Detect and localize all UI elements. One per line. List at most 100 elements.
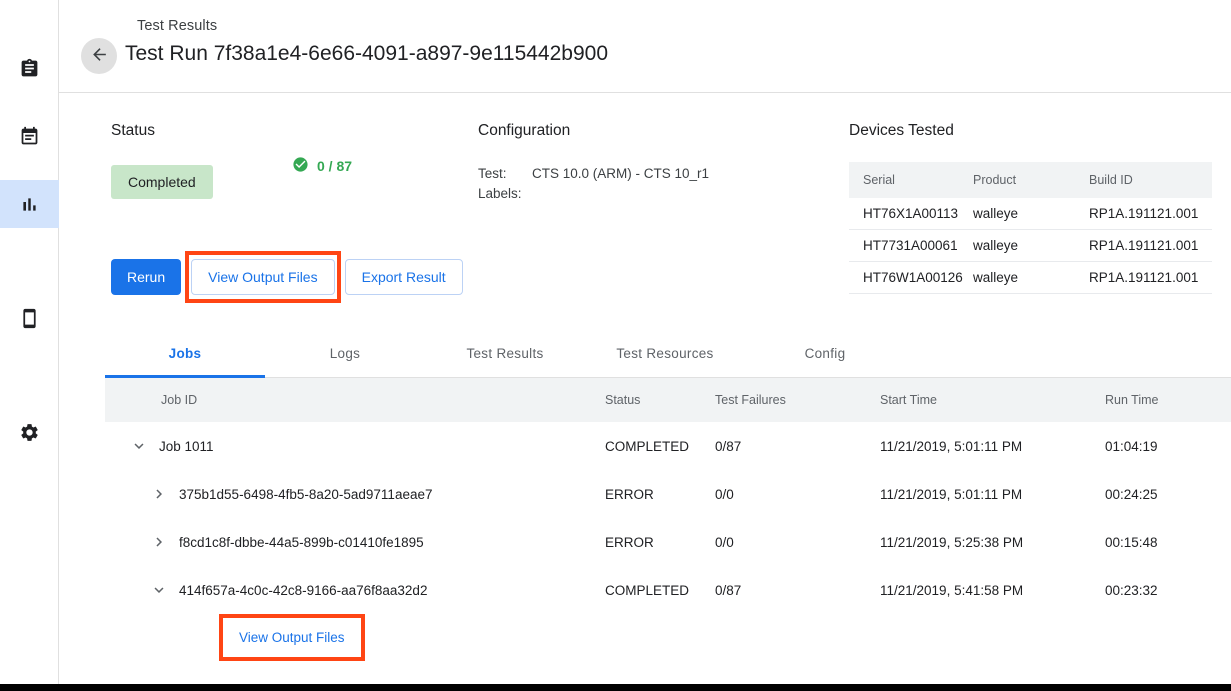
device-product: walleye	[973, 262, 1089, 294]
view-output-files-button[interactable]: View Output Files	[191, 259, 334, 295]
job-id-cell: 375b1d55-6498-4fb5-8a20-5ad9711aeae7	[105, 485, 605, 503]
table-row[interactable]: Job 1011COMPLETED0/8711/21/2019, 5:01:11…	[105, 422, 1231, 470]
column-header-status: Status	[605, 393, 715, 407]
job-id-label: 414f657a-4c0c-42c8-9166-aa76f8aa32d2	[179, 583, 427, 598]
jobs-table-body: Job 1011COMPLETED0/8711/21/2019, 5:01:11…	[105, 422, 1231, 614]
configuration-rows: Test:CTS 10.0 (ARM) - CTS 10_r1Labels:	[478, 164, 709, 204]
job-start-time-cell: 11/21/2019, 5:41:58 PM	[880, 583, 1105, 598]
job-id-cell: Job 1011	[105, 437, 605, 455]
job-view-output-files-link[interactable]: View Output Files	[225, 622, 359, 653]
back-button[interactable]	[81, 38, 117, 74]
clipboard-icon	[19, 58, 40, 79]
devices-table-row: HT7731A00061walleyeRP1A.191121.001	[849, 230, 1212, 262]
job-id-label: f8cd1c8f-dbbe-44a5-899b-c01410fe1895	[179, 535, 424, 550]
job-failures-cell: 0/0	[715, 487, 880, 502]
device-build-id: RP1A.191121.001	[1089, 198, 1212, 230]
job-run-time-cell: 00:23:32	[1105, 583, 1225, 598]
devices-table-row: HT76W1A00126walleyeRP1A.191121.001	[849, 262, 1212, 294]
smartphone-icon	[19, 308, 40, 329]
chevron-down-icon[interactable]	[119, 437, 159, 455]
action-button-row: Rerun View Output Files Export Result	[111, 259, 463, 295]
job-start-time-cell: 11/21/2019, 5:25:38 PM	[880, 535, 1105, 550]
arrow-back-icon	[90, 45, 109, 67]
config-value: CTS 10.0 (ARM) - CTS 10_r1	[532, 164, 709, 184]
sidebar-item-test-results[interactable]	[0, 180, 59, 228]
sidebar-item-test-runs[interactable]	[0, 112, 59, 160]
left-nav-rail	[0, 0, 59, 684]
calendar-icon	[19, 126, 40, 147]
devices-section: Devices Tested SerialProductBuild ID HT7…	[849, 122, 1231, 294]
job-failures-cell: 0/0	[715, 535, 880, 550]
jobs-table: Job ID Status Test Failures Start Time R…	[105, 378, 1231, 614]
tab-logs[interactable]: Logs	[265, 330, 425, 377]
devices-table-row: HT76X1A00113walleyeRP1A.191121.001	[849, 198, 1212, 230]
devices-heading: Devices Tested	[849, 122, 1231, 140]
config-key: Labels:	[478, 184, 532, 204]
page-header: Test Results Test Run 7f38a1e4-6e66-4091…	[59, 0, 1231, 93]
column-header-run-time: Run Time	[1105, 393, 1225, 407]
tab-bar: JobsLogsTest ResultsTest ResourcesConfig	[105, 330, 1231, 378]
table-row[interactable]: 414f657a-4c0c-42c8-9166-aa76f8aa32d2 COMP…	[105, 566, 1231, 614]
configuration-section: Configuration Test:CTS 10.0 (ARM) - CTS …	[478, 122, 709, 204]
column-header-start-time: Start Time	[880, 393, 1105, 407]
job-id-cell: 414f657a-4c0c-42c8-9166-aa76f8aa32d2	[105, 581, 605, 599]
devices-column-header: Product	[973, 162, 1089, 198]
sidebar-item-test-plans[interactable]	[0, 44, 59, 92]
sidebar-item-devices[interactable]	[0, 294, 59, 342]
job-run-time-cell: 01:04:19	[1105, 439, 1225, 454]
bottom-bar	[0, 684, 1231, 691]
chevron-down-icon[interactable]	[139, 581, 179, 599]
job-start-time-cell: 11/21/2019, 5:01:11 PM	[880, 439, 1105, 454]
rerun-button[interactable]: Rerun	[111, 259, 181, 295]
job-output-files-highlight: View Output Files	[225, 622, 359, 653]
device-build-id: RP1A.191121.001	[1089, 262, 1212, 294]
job-failures-cell: 0/87	[715, 439, 880, 454]
sidebar-item-settings[interactable]	[0, 408, 59, 456]
config-row: Labels:	[478, 184, 709, 204]
bar-chart-icon	[19, 194, 40, 215]
devices-column-header: Build ID	[1089, 162, 1212, 198]
column-header-test-failures: Test Failures	[715, 393, 880, 407]
device-build-id: RP1A.191121.001	[1089, 230, 1212, 262]
tab-jobs[interactable]: Jobs	[105, 330, 265, 377]
configuration-heading: Configuration	[478, 122, 709, 140]
device-product: walleye	[973, 198, 1089, 230]
failure-count-label: 0 / 87	[317, 158, 352, 174]
job-status-cell: COMPLETED	[605, 583, 715, 598]
status-section: Status Completed	[111, 122, 213, 199]
devices-table: SerialProductBuild ID HT76X1A00113walley…	[849, 162, 1212, 294]
chevron-right-icon[interactable]	[139, 485, 179, 503]
job-output-files-container: View Output Files	[225, 622, 359, 653]
device-serial: HT7731A00061	[849, 230, 973, 262]
job-start-time-cell: 11/21/2019, 5:01:11 PM	[880, 487, 1105, 502]
job-run-time-cell: 00:15:48	[1105, 535, 1225, 550]
table-row[interactable]: 375b1d55-6498-4fb5-8a20-5ad9711aeae7 ERRO…	[105, 470, 1231, 518]
jobs-table-header: Job ID Status Test Failures Start Time R…	[105, 378, 1231, 422]
device-serial: HT76W1A00126	[849, 262, 973, 294]
devices-table-header-row: SerialProductBuild ID	[849, 162, 1212, 198]
gear-icon	[19, 422, 40, 443]
failure-count: 0 / 87	[292, 156, 352, 176]
column-header-job-id: Job ID	[105, 393, 605, 407]
view-output-files-highlight: View Output Files	[191, 259, 334, 295]
device-product: walleye	[973, 230, 1089, 262]
check-circle-icon	[292, 156, 309, 176]
job-failures-cell: 0/87	[715, 583, 880, 598]
status-badge: Completed	[111, 165, 213, 199]
job-status-cell: COMPLETED	[605, 439, 715, 454]
job-id-label: 375b1d55-6498-4fb5-8a20-5ad9711aeae7	[179, 487, 432, 502]
page-title: Test Run 7f38a1e4-6e66-4091-a897-9e11544…	[125, 42, 608, 66]
breadcrumb: Test Results	[137, 18, 217, 34]
chevron-right-icon[interactable]	[139, 533, 179, 551]
tab-config[interactable]: Config	[745, 330, 905, 377]
config-key: Test:	[478, 164, 532, 184]
job-status-cell: ERROR	[605, 535, 715, 550]
job-run-time-cell: 00:24:25	[1105, 487, 1225, 502]
tab-test-results[interactable]: Test Results	[425, 330, 585, 377]
devices-table-body: HT76X1A00113walleyeRP1A.191121.001HT7731…	[849, 198, 1212, 294]
config-row: Test:CTS 10.0 (ARM) - CTS 10_r1	[478, 164, 709, 184]
export-result-button[interactable]: Export Result	[345, 259, 463, 295]
tab-test-resources[interactable]: Test Resources	[585, 330, 745, 377]
table-row[interactable]: f8cd1c8f-dbbe-44a5-899b-c01410fe1895 ERRO…	[105, 518, 1231, 566]
job-status-cell: ERROR	[605, 487, 715, 502]
